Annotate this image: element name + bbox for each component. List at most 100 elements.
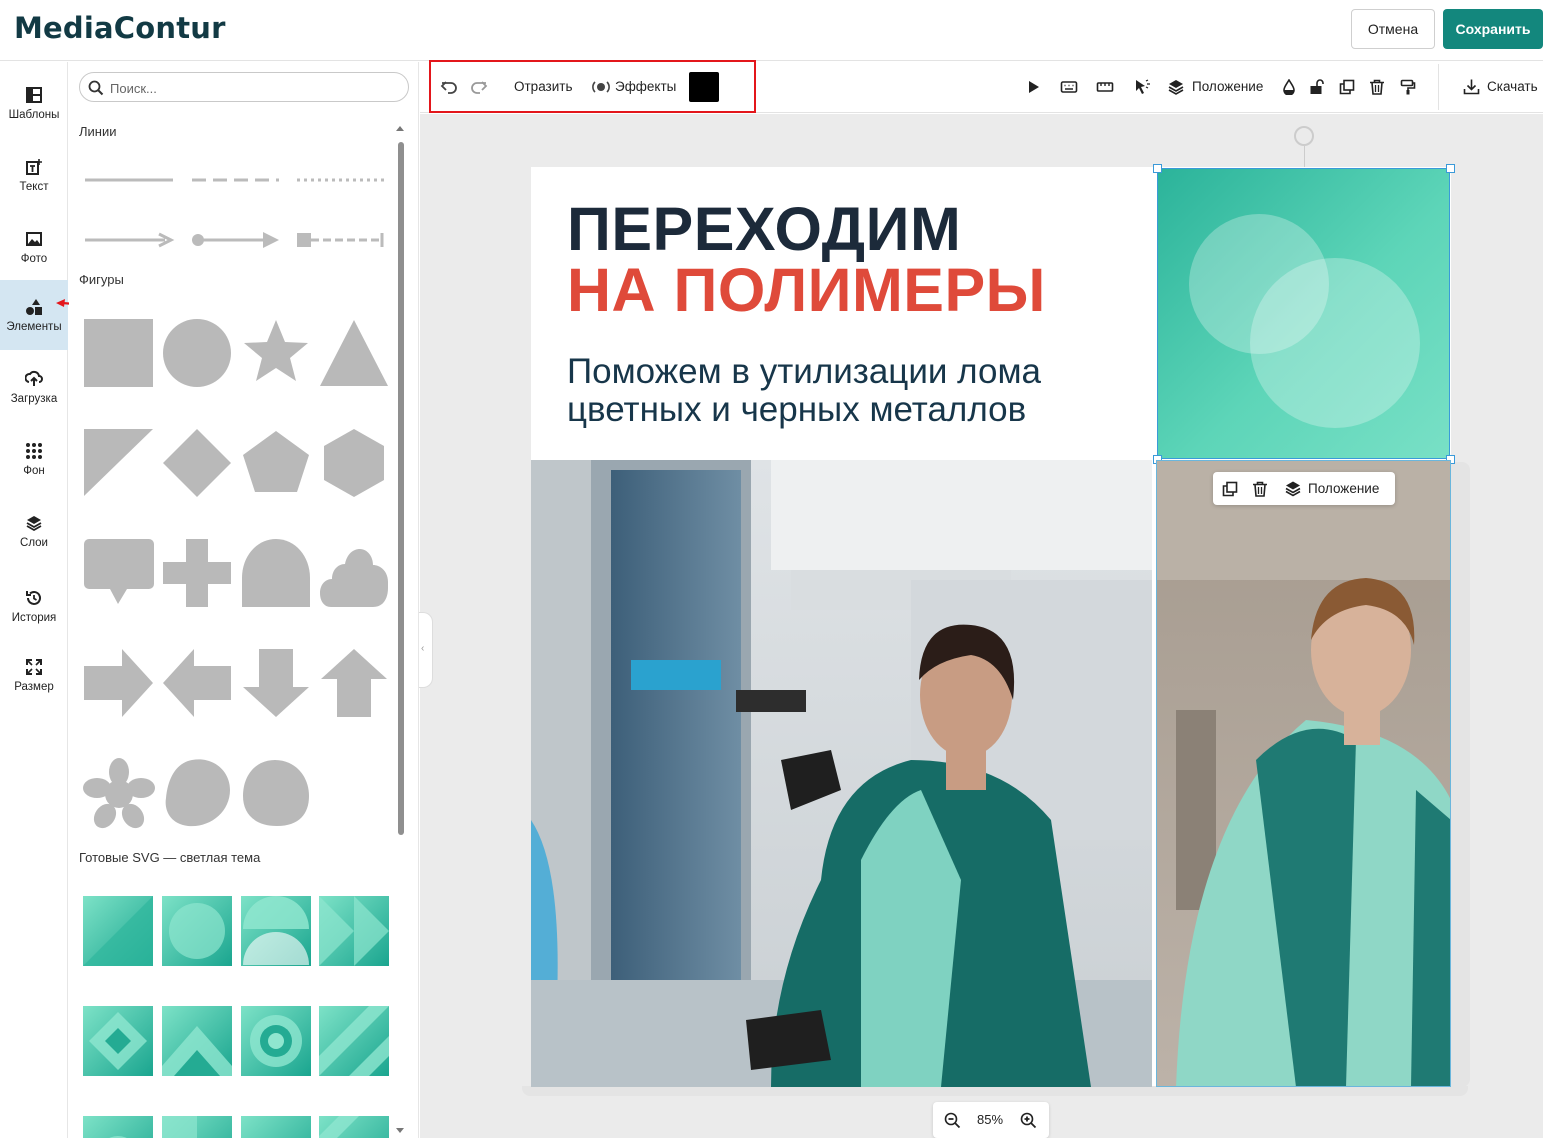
line-solid[interactable] [83,170,175,190]
nav-label: Фото [20,252,48,265]
svg-tile-chevrons[interactable] [319,896,389,966]
subtitle-line-2[interactable]: цветных и черных металлов [567,390,1026,430]
shape-flower[interactable] [83,758,155,830]
photo-young-worker[interactable] [1156,460,1451,1087]
resize-handle[interactable] [1153,164,1162,173]
shape-arrow-right[interactable] [83,648,155,718]
svg-tile-row3-2[interactable] [162,1116,232,1138]
position-layers-icon [1167,79,1185,95]
shape-star[interactable] [241,318,313,388]
svg-tile-row3-1[interactable] [83,1116,153,1138]
shape-right-triangle[interactable] [83,428,155,498]
nav-label: Слои [20,536,48,549]
shape-hexagon[interactable] [319,428,391,498]
shape-egg[interactable] [241,758,313,830]
save-button[interactable]: Сохранить [1443,9,1543,49]
svg-tile-ring[interactable] [241,1006,311,1076]
nav-label: История [11,611,57,624]
svg-tile-diagonal[interactable] [83,896,153,966]
nav-item-upload[interactable]: Загрузка [0,352,68,422]
headline-line-1[interactable]: ПЕРЕХОДИМ [567,194,961,264]
line-square-dashed[interactable] [295,230,387,250]
line-dot-arrow[interactable] [189,230,281,250]
shape-arrow-down[interactable] [241,648,313,718]
cancel-button[interactable]: Отмена [1351,9,1435,49]
nav-item-photo[interactable]: Фото [0,212,68,282]
ruler-icon[interactable] [1096,79,1114,95]
svg-tile-stripes[interactable] [319,1006,389,1076]
shape-cross[interactable] [162,538,234,608]
search-icon [88,80,104,96]
shape-arrow-up[interactable] [319,648,391,718]
nav-item-elements[interactable]: Элементы [0,280,68,350]
duplicate-icon[interactable] [1339,79,1355,95]
svg-tile-circle[interactable] [162,896,232,966]
nav-item-text[interactable]: Текст [0,140,68,210]
shape-pentagon[interactable] [241,428,313,498]
resize-icon [26,658,42,675]
shape-speech-bubble[interactable] [83,538,155,608]
app-logo: MediaContur [14,11,226,45]
nav-item-background[interactable]: Фон [0,424,68,494]
scroll-up-arrow-icon[interactable] [396,126,404,131]
toolbar-divider [1438,64,1439,110]
zoom-control: 85% [933,1102,1049,1138]
opacity-drop-icon[interactable] [1281,79,1297,95]
scroll-down-arrow-icon[interactable] [396,1128,404,1133]
unlock-icon[interactable] [1309,78,1325,95]
svg-tile-row3-4[interactable] [319,1116,389,1138]
nav-item-templates[interactable]: Шаблоны [0,68,68,138]
line-dotted[interactable] [295,170,387,190]
nav-label: Элементы [6,320,62,333]
upload-icon [25,370,43,386]
subtitle-line-1[interactable]: Поможем в утилизации лома [567,352,1041,392]
zoom-in-icon[interactable] [1020,1112,1037,1129]
panel-scrollbar[interactable] [398,142,404,835]
panel-collapse-tab[interactable]: ‹ [419,612,433,688]
highlight-annotation-box [429,60,756,113]
play-icon[interactable] [1026,80,1040,94]
top-bar: MediaContur Отмена Сохранить [0,0,1543,61]
shape-arrow-left[interactable] [162,648,234,718]
search-input[interactable] [110,78,400,98]
history-icon [26,590,41,605]
shape-blob[interactable] [162,758,234,830]
shape-diamond[interactable] [162,428,234,498]
svg-tile-half-circles[interactable] [241,896,311,966]
text-icon [26,158,42,175]
headline-line-2[interactable]: НА ПОЛИМЕРЫ [567,255,1046,325]
duplicate-icon[interactable] [1222,481,1238,497]
nav-item-history[interactable]: История [0,571,68,641]
keyboard-icon[interactable] [1060,79,1078,95]
shape-cloud[interactable] [319,538,391,608]
svg-tile-mountain[interactable] [162,1006,232,1076]
nav-item-resize[interactable]: Размер [0,640,68,710]
nav-label: Размер [14,680,54,693]
select-cursor-icon[interactable] [1133,79,1151,95]
floating-element-toolbar: Положение [1213,472,1395,505]
shape-square[interactable] [83,318,155,388]
nav-item-layers[interactable]: Слои [0,496,68,566]
format-paint-icon[interactable] [1400,79,1416,95]
trash-icon[interactable] [1369,79,1385,95]
rotate-stem [1304,146,1305,168]
elements-icon [26,298,42,315]
trash-icon[interactable] [1252,481,1268,497]
svg-tile-row3-3[interactable] [241,1116,311,1138]
line-dashed[interactable] [189,170,281,190]
shape-circle[interactable] [162,318,234,388]
search-box[interactable] [79,72,409,102]
shape-triangle[interactable] [319,318,391,388]
rotate-handle-icon[interactable] [1294,126,1314,146]
download-icon[interactable] [1463,78,1480,95]
position-button[interactable]: Положение [1192,79,1263,94]
shape-arch[interactable] [241,538,313,608]
photo-lab-worker[interactable] [531,460,1152,1087]
zoom-out-icon[interactable] [944,1112,961,1129]
download-button[interactable]: Скачать [1487,79,1538,94]
line-arrow[interactable] [83,230,175,250]
teal-graphic-block[interactable] [1157,168,1450,459]
svg-tile-diamond[interactable] [83,1006,153,1076]
float-position-button[interactable]: Положение [1308,481,1379,496]
resize-handle[interactable] [1446,164,1455,173]
